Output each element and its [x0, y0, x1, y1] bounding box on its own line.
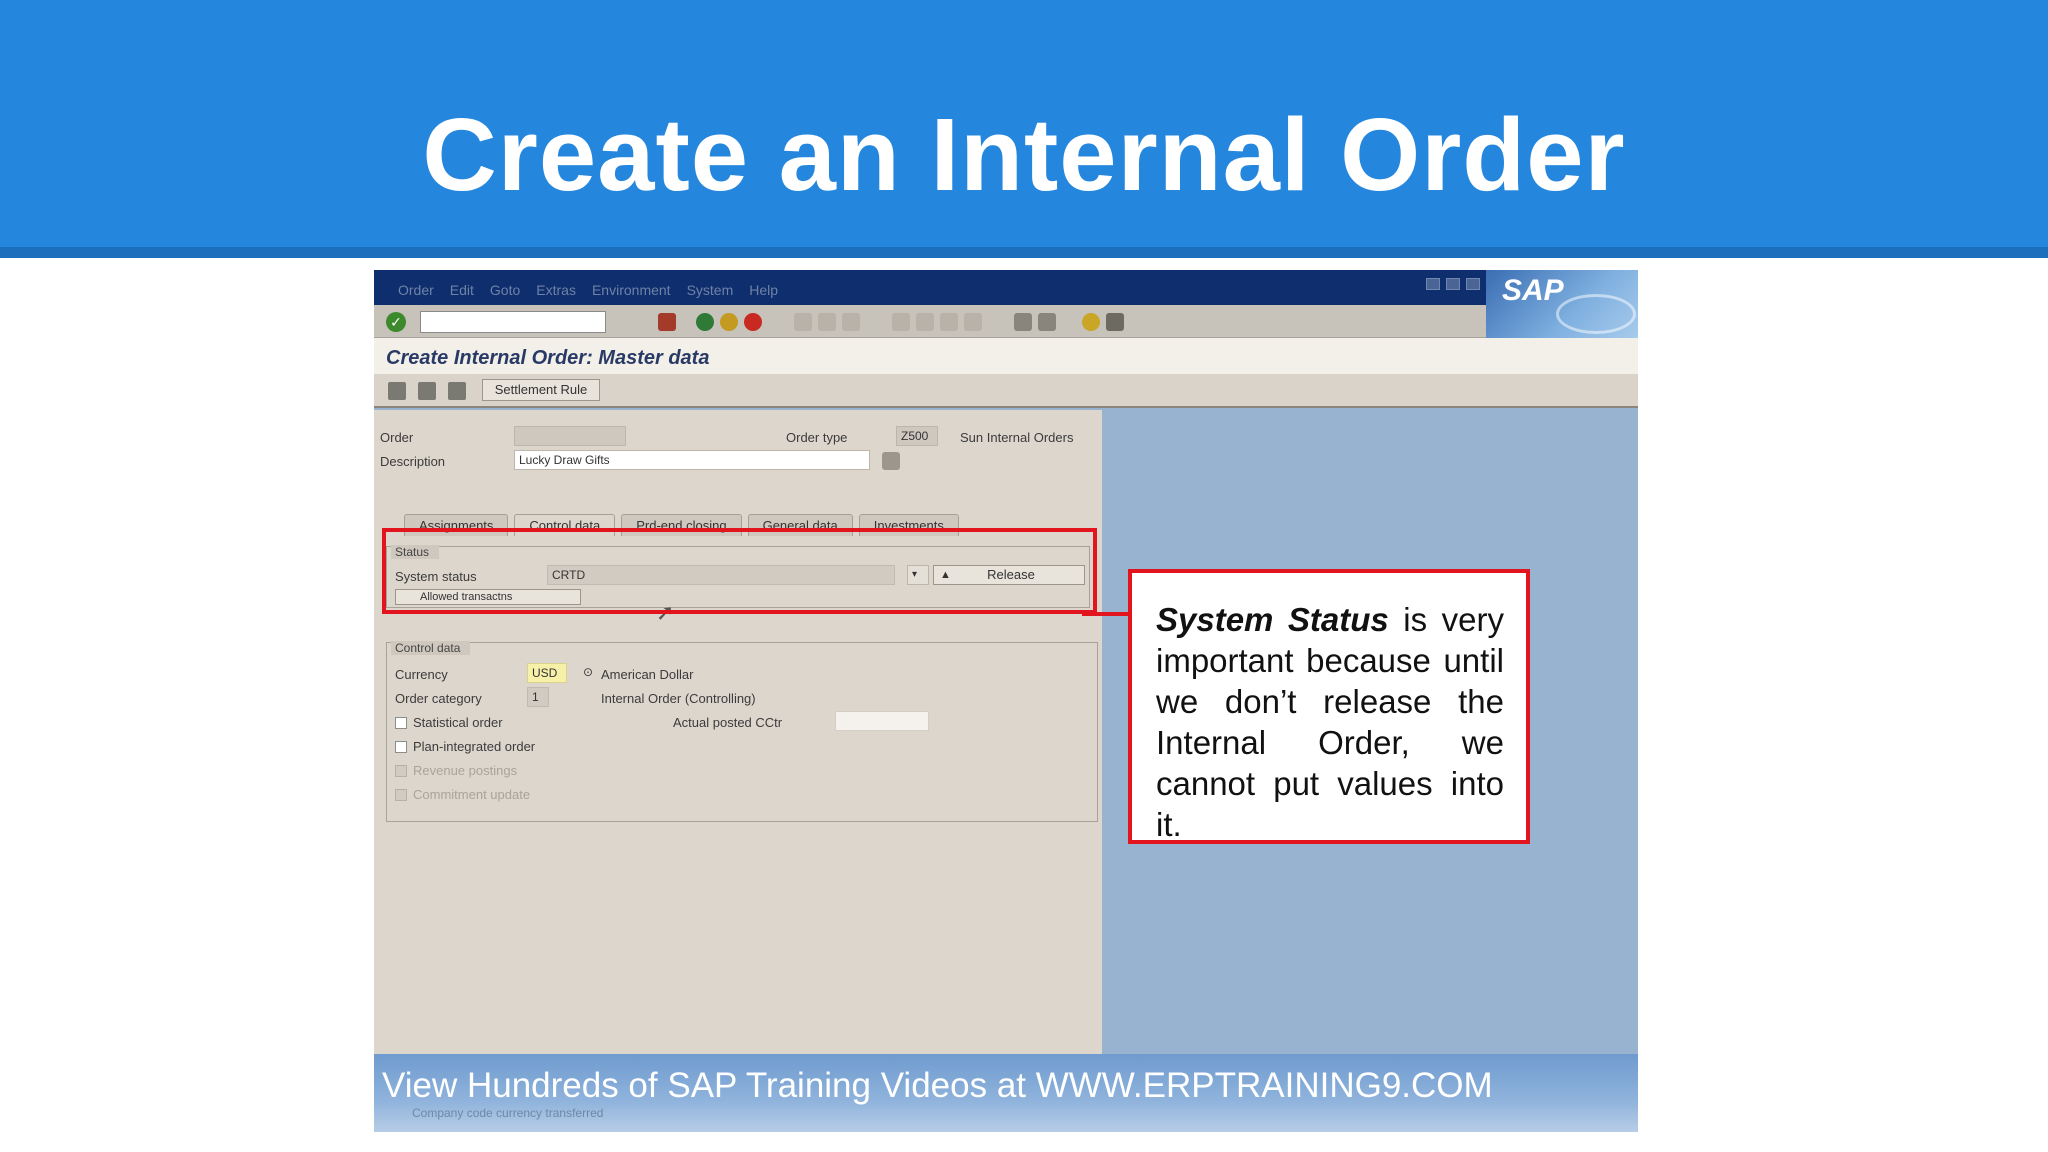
next-page-icon[interactable] — [940, 313, 958, 331]
standard-toolbar: ✓ — [374, 305, 1486, 338]
currency-field[interactable]: USD — [527, 663, 567, 683]
order-label: Order — [380, 430, 414, 445]
statistical-order-label: Statistical order — [413, 715, 503, 730]
control-data-group-title: Control data — [391, 641, 471, 655]
application-toolbar: Settlement Rule — [374, 374, 1638, 408]
title-banner-shadow — [0, 247, 2048, 258]
master-data-icon[interactable] — [388, 382, 406, 400]
screen-titlebar: Create Internal Order: Master data — [374, 338, 1638, 374]
cancel-icon[interactable] — [744, 313, 762, 331]
new-session-icon[interactable] — [1014, 313, 1032, 331]
document-icon[interactable] — [418, 382, 436, 400]
plan-integrated-label: Plan-integrated order — [413, 739, 536, 754]
callout-bold-phrase: System Status — [1156, 601, 1389, 638]
system-status-highlight — [382, 528, 1097, 614]
revenue-postings-checkbox — [395, 765, 407, 777]
order-field[interactable] — [514, 426, 626, 446]
sap-logo-text: SAP — [1502, 274, 1564, 307]
menu-goto[interactable]: Goto — [490, 282, 520, 298]
minimize-icon[interactable] — [1426, 278, 1440, 290]
order-category-field: 1 — [527, 687, 549, 707]
shortcut-icon[interactable] — [1038, 313, 1056, 331]
back-icon[interactable] — [696, 313, 714, 331]
find-next-icon[interactable] — [842, 313, 860, 331]
save-icon[interactable] — [658, 313, 676, 331]
currency-text: American Dollar — [601, 667, 694, 682]
status-message: Company code currency transferred — [412, 1106, 604, 1120]
control-data-group: Control data Currency USD ⊙ American Dol… — [386, 641, 1098, 822]
menu-system[interactable]: System — [687, 282, 734, 298]
commitment-update-label: Commitment update — [413, 787, 531, 802]
order-category-text: Internal Order (Controlling) — [601, 691, 756, 706]
layout-icon[interactable] — [1106, 313, 1124, 331]
commitment-update-checkbox — [395, 789, 407, 801]
window-controls — [1426, 278, 1480, 290]
slide: Create an Internal Order Order Edit Goto… — [0, 0, 2048, 1152]
order-type-label: Order type — [786, 430, 848, 445]
menu-edit[interactable]: Edit — [450, 282, 474, 298]
prev-page-icon[interactable] — [916, 313, 934, 331]
callout-box: System Status is very important because … — [1128, 569, 1530, 844]
slide-title: Create an Internal Order — [422, 97, 1626, 212]
master-data-content: Order Order type Z500 Sun Internal Order… — [374, 410, 1102, 1054]
menu-extras[interactable]: Extras — [536, 282, 576, 298]
currency-label: Currency — [395, 667, 448, 682]
actual-posted-cctr-label: Actual posted CCtr — [673, 715, 783, 730]
settlement-rule-button[interactable]: Settlement Rule — [482, 379, 600, 401]
find-icon[interactable] — [818, 313, 836, 331]
maximize-icon[interactable] — [1446, 278, 1460, 290]
menu-environment[interactable]: Environment — [592, 282, 671, 298]
edit-icon[interactable] — [448, 382, 466, 400]
statistical-order-checkbox[interactable] — [395, 717, 407, 729]
revenue-postings-label: Revenue postings — [413, 763, 518, 778]
close-icon[interactable] — [1466, 278, 1480, 290]
print-icon[interactable] — [794, 313, 812, 331]
order-category-label: Order category — [395, 691, 482, 706]
description-label: Description — [380, 454, 446, 469]
bottom-banner: View Hundreds of SAP Training Videos at … — [374, 1054, 1638, 1132]
help-icon[interactable] — [1082, 313, 1100, 331]
order-type-field[interactable]: Z500 — [896, 426, 938, 446]
actual-posted-cctr-field[interactable] — [835, 711, 929, 731]
menu-order[interactable]: Order — [398, 282, 434, 298]
exit-icon[interactable] — [720, 313, 738, 331]
last-page-icon[interactable] — [964, 313, 982, 331]
order-type-text: Sun Internal Orders — [960, 430, 1074, 445]
first-page-icon[interactable] — [892, 313, 910, 331]
menu-items: Order Edit Goto Extras Environment Syste… — [398, 282, 778, 298]
plan-integrated-checkbox[interactable] — [395, 741, 407, 753]
enter-check-icon[interactable]: ✓ — [386, 312, 406, 332]
description-field[interactable]: Lucky Draw Gifts — [514, 450, 870, 470]
screen-title: Create Internal Order: Master data — [386, 347, 710, 369]
sap-swirl-icon — [1556, 294, 1636, 334]
menu-help[interactable]: Help — [749, 282, 778, 298]
promo-text: View Hundreds of SAP Training Videos at … — [382, 1066, 1493, 1105]
currency-search-icon[interactable]: ⊙ — [583, 665, 593, 679]
long-text-icon[interactable] — [882, 452, 900, 470]
command-field[interactable] — [420, 311, 606, 333]
sap-logo: SAP — [1486, 270, 1638, 338]
sap-menubar: Order Edit Goto Extras Environment Syste… — [374, 270, 1638, 305]
